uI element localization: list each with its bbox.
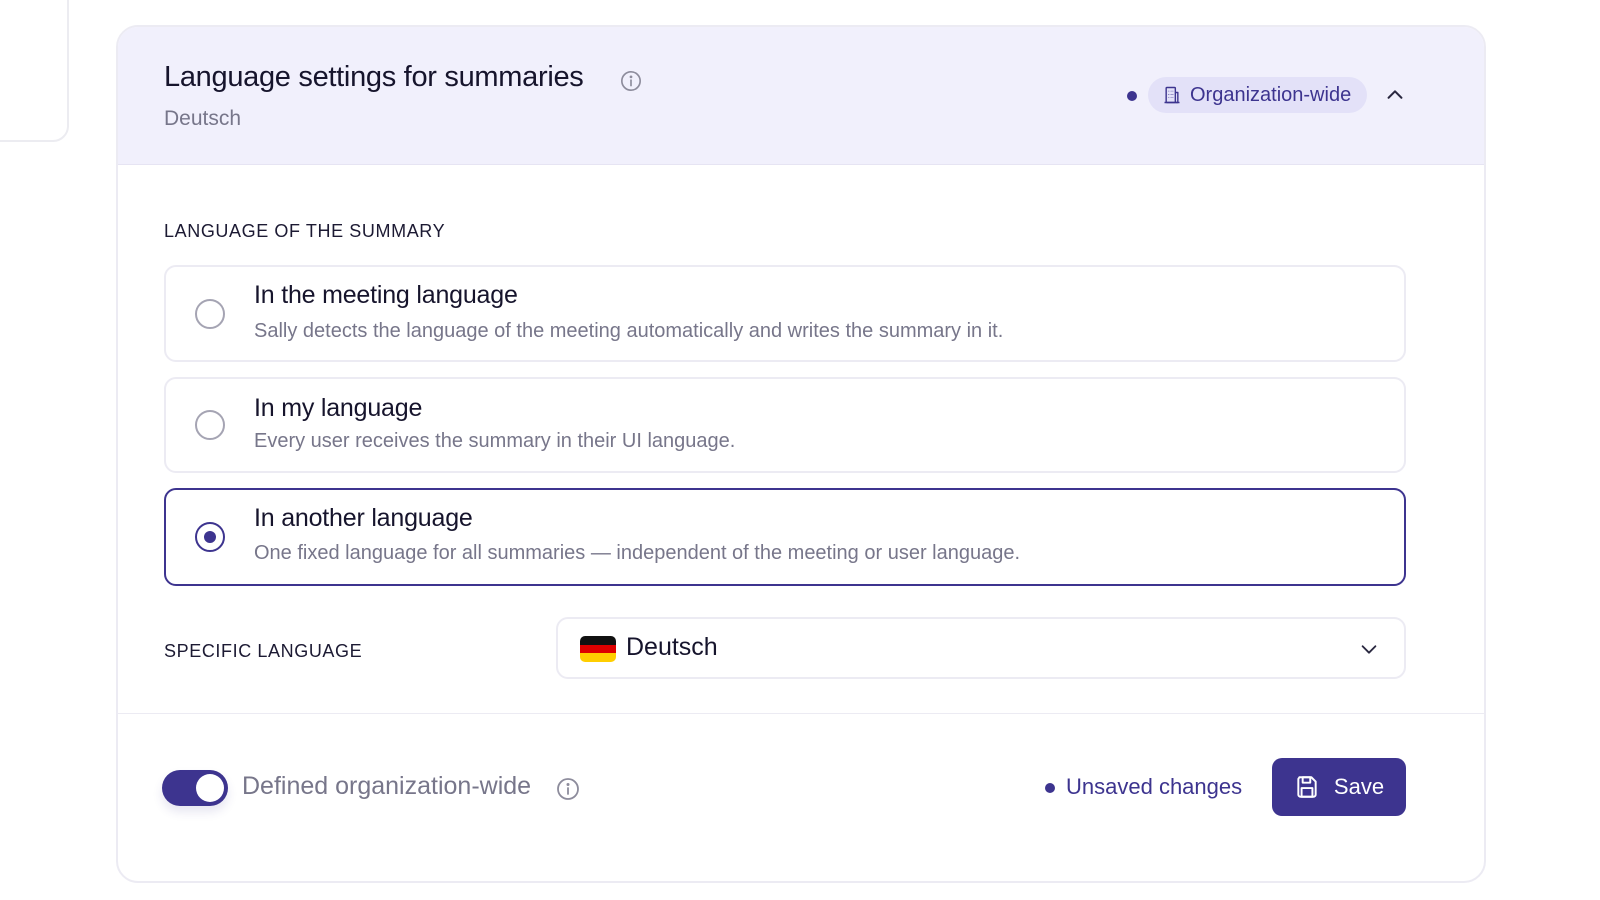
- option-meeting-language[interactable]: In the meeting language Sally detects th…: [164, 265, 1406, 362]
- card-header[interactable]: Language settings for summaries Deutsch: [118, 27, 1484, 165]
- radio-my-language[interactable]: [195, 410, 225, 440]
- option-my-language[interactable]: In my language Every user receives the s…: [164, 377, 1406, 473]
- info-icon[interactable]: [556, 777, 580, 801]
- unsaved-changes-status: Unsaved changes: [1066, 774, 1243, 799]
- building-icon: [1164, 86, 1180, 104]
- save-button[interactable]: Save: [1272, 758, 1406, 816]
- scope-badge: Organization-wide: [1148, 77, 1368, 113]
- option-description: Every user receives the summary in their…: [254, 430, 736, 452]
- radio-selected-dot: [204, 531, 216, 543]
- radio-meeting-language[interactable]: [195, 299, 225, 329]
- option-title: In the meeting language: [254, 281, 518, 309]
- option-title: In my language: [254, 394, 423, 422]
- language-of-summary-label: LANGUAGE OF THE SUMMARY: [164, 221, 446, 241]
- option-description: Sally detects the language of the meetin…: [254, 320, 1004, 342]
- option-description: One fixed language for all summaries — i…: [254, 542, 1021, 564]
- option-title: In another language: [254, 504, 473, 532]
- specific-language-label: SPECIFIC LANGUAGE: [164, 641, 363, 661]
- collapse-button[interactable]: [1382, 82, 1408, 108]
- scope-indicator-dot: [1127, 91, 1137, 101]
- card-title: Language settings for summaries: [164, 61, 584, 93]
- language-select[interactable]: Deutsch: [556, 617, 1406, 679]
- option-another-language[interactable]: In another language One fixed language f…: [164, 488, 1406, 586]
- language-settings-card: Language settings for summaries Deutsch: [116, 25, 1486, 883]
- radio-another-language[interactable]: [195, 522, 225, 552]
- save-button-label: Save: [1333, 774, 1385, 799]
- floppy-disk-icon: [1297, 776, 1317, 798]
- footer-divider: [118, 713, 1484, 714]
- chevron-down-icon[interactable]: [1358, 638, 1380, 660]
- unsaved-indicator-dot: [1045, 783, 1055, 793]
- organization-wide-toggle[interactable]: [162, 770, 228, 806]
- language-select-value: Deutsch: [626, 633, 718, 661]
- german-flag-icon: [580, 636, 616, 662]
- card-subtitle: Deutsch: [164, 107, 242, 130]
- scope-badge-label: Organization-wide: [1190, 83, 1352, 106]
- chevron-up-icon: [1387, 90, 1403, 99]
- toggle-label: Defined organization-wide: [242, 772, 532, 800]
- left-panel-edge: [0, 0, 69, 142]
- info-icon[interactable]: [620, 70, 642, 92]
- toggle-knob: [196, 774, 224, 802]
